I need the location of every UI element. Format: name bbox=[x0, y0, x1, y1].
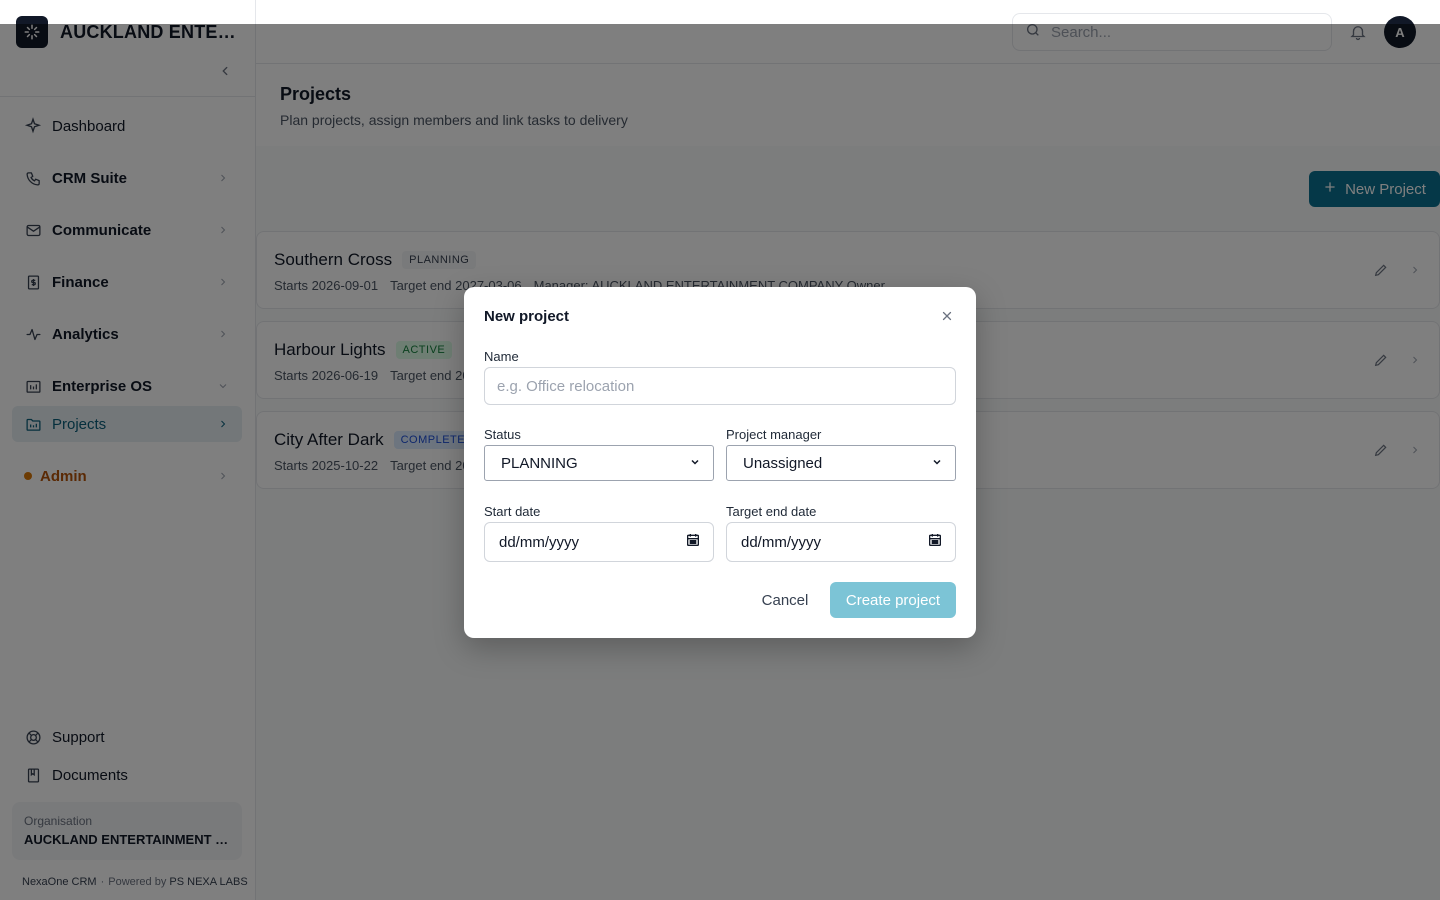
target-end-date-input[interactable]: dd/mm/yyyy bbox=[726, 522, 956, 562]
status-select-value: PLANNING bbox=[501, 454, 578, 472]
start-date-value: dd/mm/yyyy bbox=[499, 533, 580, 551]
new-project-dialog: New project Name Status PLANNING Project… bbox=[464, 287, 976, 638]
dialog-title: New project bbox=[484, 308, 570, 325]
chevron-down-icon bbox=[689, 455, 701, 472]
manager-label: Project manager bbox=[726, 427, 822, 442]
calendar-icon[interactable] bbox=[927, 532, 943, 552]
create-project-button[interactable]: Create project bbox=[830, 582, 956, 618]
target-end-date-value: dd/mm/yyyy bbox=[741, 533, 822, 551]
manager-select-value: Unassigned bbox=[743, 454, 823, 472]
close-icon[interactable] bbox=[938, 307, 956, 325]
start-date-input[interactable]: dd/mm/yyyy bbox=[484, 522, 714, 562]
name-label: Name bbox=[484, 349, 519, 364]
project-manager-select[interactable]: Unassigned bbox=[726, 445, 956, 481]
status-select[interactable]: PLANNING bbox=[484, 445, 714, 481]
cancel-button[interactable]: Cancel bbox=[750, 582, 820, 618]
calendar-icon[interactable] bbox=[685, 532, 701, 552]
status-label: Status bbox=[484, 427, 521, 442]
start-date-label: Start date bbox=[484, 504, 541, 519]
project-name-input[interactable] bbox=[484, 367, 956, 405]
target-end-date-label: Target end date bbox=[726, 504, 817, 519]
chevron-down-icon bbox=[931, 455, 943, 472]
